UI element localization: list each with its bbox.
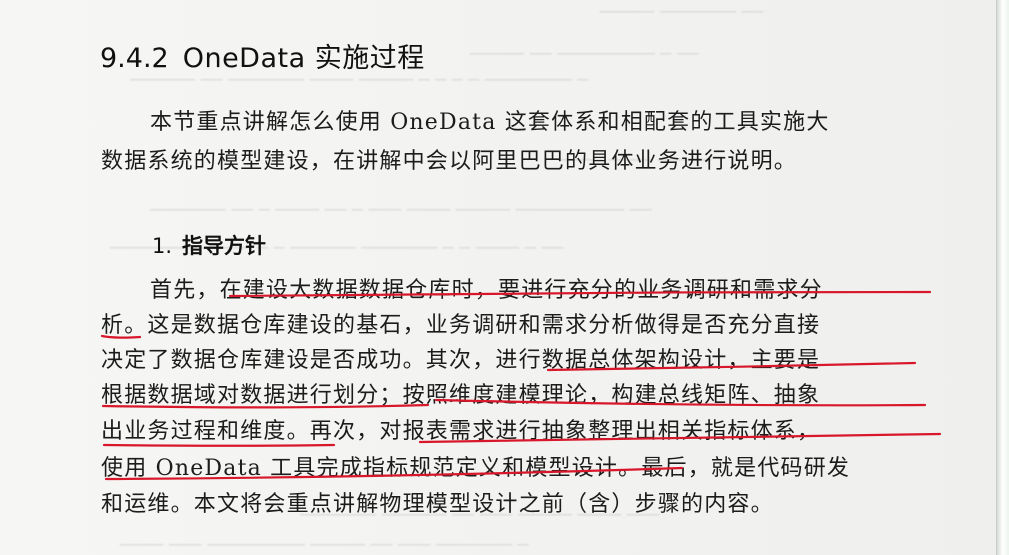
show-through-text: ───── ── ───────── ─ ── (470, 44, 699, 65)
subsection-index: 1. (152, 234, 173, 258)
show-through-text: ───── ─────── ── (600, 2, 764, 23)
paragraph-line: 和运维。本文将会重点讲解物理模型设计之前（含）步骤的内容。 (101, 492, 774, 517)
section-heading: 9.4.2 OneData 实施过程 (100, 36, 425, 75)
paragraph-line: 决定了数据仓库建设是否成功。其次，进行数据总体架构设计，主要是 (101, 348, 821, 373)
subsection-title: 指导方针 (182, 234, 267, 258)
show-through-text: ──── ─── ───────── ───── ── ─── ─────── … (120, 535, 529, 555)
book-page: ───── ─────── ── ───── ── ───────── ─ ──… (0, 0, 996, 555)
paragraph-line: 根据数据域对数据进行划分；按照维度建模理论，构建总线矩阵、抽象 (101, 383, 821, 408)
paragraph-line: 使用 OneData 工具完成指标规范定义和模型设计。最后，就是代码研发 (101, 456, 851, 481)
paragraph-line: 首先，在建设大数据数据仓库时，要进行充分的业务调研和需求分 (150, 278, 823, 303)
subsection-heading: 1. 指导方针 (152, 230, 266, 260)
section-number: 9.4.2 (100, 43, 169, 74)
paragraph-line: 数据系统的模型建设，在讲解中会以阿里巴巴的具体业务进行说明。 (101, 149, 798, 174)
paragraph-line: 析。这是数据仓库建设的基石，业务调研和需求分析做得是否充分直接 (101, 313, 821, 338)
page-edge (996, 0, 1009, 555)
paragraph-line: 出业务过程和维度。再次，对报表需求进行抽象整理出相关指标体系， (101, 419, 821, 444)
red-underline (102, 443, 336, 447)
section-title: OneData 实施过程 (182, 43, 425, 74)
paragraph-line: 本节重点讲解怎么使用 OneData 这套体系和相配套的工具实施大 (150, 110, 830, 135)
show-through-text: ─────── ── ─ ──── ── ─ ─── ──── ───── ──… (150, 200, 652, 221)
